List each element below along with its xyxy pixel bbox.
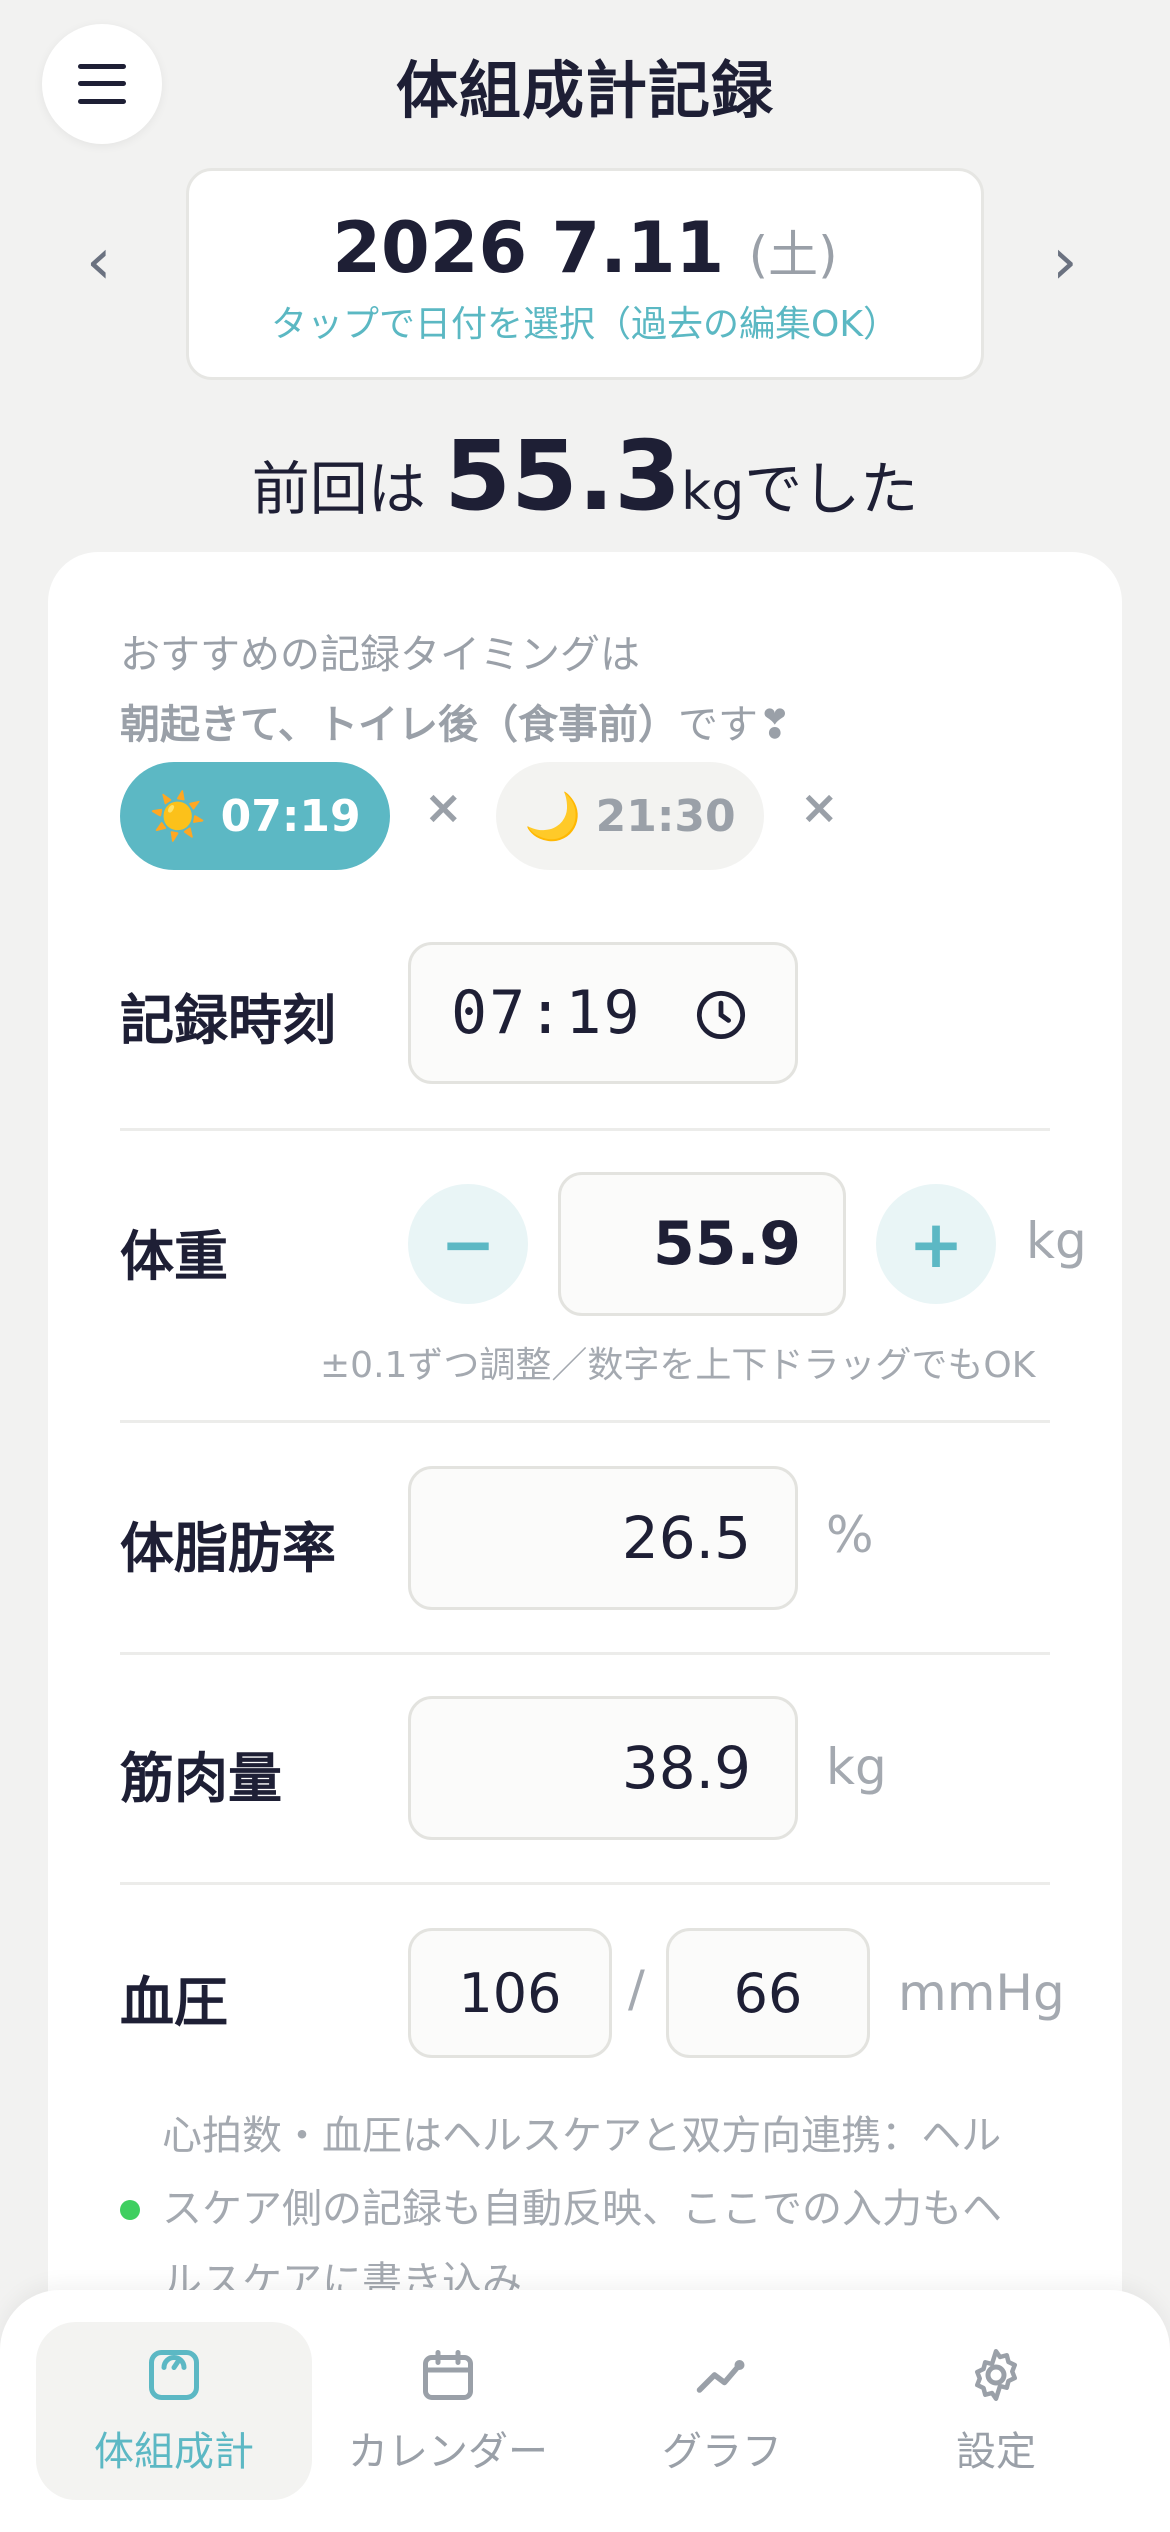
systolic-input[interactable]: 106 (408, 1928, 612, 2058)
tab-calendar[interactable]: カレンダー (310, 2322, 586, 2500)
blood-pressure-label: 血圧 (120, 1971, 228, 2034)
timing-line1: おすすめの記録タイミングは (120, 632, 640, 678)
chart-line-icon (696, 2360, 745, 2393)
prev-date-button[interactable]: ‹ (86, 230, 112, 294)
weight-label: 体重 (120, 1225, 228, 1288)
sun-icon: ☀️ (149, 788, 207, 843)
date-picker-button[interactable]: 2026 7.11 (土) タップで日付を選択（過去の編集OK） (186, 168, 984, 380)
calendar-icon (423, 2350, 473, 2400)
divider (120, 1128, 1050, 1131)
weight-increment-button[interactable]: + (876, 1184, 996, 1304)
morning-time-chip[interactable]: ☀️ 07:19 (120, 762, 390, 870)
moon-icon: 🌙 (524, 788, 582, 843)
record-time-label: 記録時刻 (120, 989, 336, 1052)
divider (120, 1652, 1050, 1655)
weight-input[interactable]: 55.9 (558, 1172, 846, 1316)
diastolic-input[interactable]: 66 (666, 1928, 870, 2058)
divider (120, 1882, 1050, 1885)
weight-hint: ±0.1ずつ調整／数字を上下ドラッグでもOK (320, 1345, 1036, 1386)
next-date-button[interactable]: › (1052, 230, 1078, 294)
clock-icon (696, 990, 746, 1040)
date-display: 2026 7.11 (土) (189, 207, 981, 289)
healthcare-sync-text: 心拍数・血圧はヘルスケアと双方向連携：ヘルスケア側の記録も自動反映、ここでの入力… (162, 2113, 1002, 2305)
remove-morning-time-button[interactable]: × (424, 780, 463, 834)
blood-pressure-separator: / (628, 1960, 645, 2018)
tab-graph[interactable]: グラフ (584, 2322, 860, 2500)
tab-label: カレンダー (348, 2429, 548, 2475)
record-time-value: 07:19 (451, 978, 642, 1048)
night-time: 21:30 (595, 790, 736, 842)
body-fat-value: 26.5 (621, 1504, 751, 1572)
weight-unit: kg (1026, 1212, 1087, 1270)
tab-settings[interactable]: 設定 (858, 2322, 1134, 2500)
previous-weight-value: 55.3 (444, 420, 682, 532)
body-fat-label: 体脂肪率 (120, 1517, 336, 1580)
muscle-unit: kg (826, 1738, 887, 1796)
divider (120, 1420, 1050, 1423)
previous-prefix: 前回は (251, 455, 426, 523)
body-fat-unit: % (826, 1506, 874, 1564)
previous-weight: 前回は 55.3kgでした (0, 420, 1170, 532)
remove-night-time-button[interactable]: × (800, 780, 839, 834)
status-dot (120, 2200, 140, 2220)
date-hint: タップで日付を選択（過去の編集OK） (271, 304, 899, 345)
previous-suffix: でした (744, 455, 919, 523)
night-time-chip[interactable]: 🌙 21:30 (496, 762, 764, 870)
date-value: 2026 7.11 (332, 207, 725, 289)
muscle-input[interactable]: 38.9 (408, 1696, 798, 1840)
muscle-label: 筋肉量 (120, 1747, 282, 1810)
diastolic-value: 66 (733, 1961, 803, 2025)
timing-recommendation: おすすめの記録タイミングは 朝起きて、トイレ後（食事前）です❣ (120, 620, 792, 760)
gear-icon (975, 2349, 1017, 2401)
tab-label: 設定 (956, 2429, 1036, 2475)
weight-decrement-button[interactable]: − (408, 1184, 528, 1304)
blood-pressure-unit: mmHg (898, 1964, 1065, 2022)
body-fat-input[interactable]: 26.5 (408, 1466, 798, 1610)
timing-line2-bold: 朝起きて、トイレ後（食事前） (120, 702, 678, 748)
morning-time: 07:19 (220, 790, 361, 842)
timing-line2-rest: です❣ (678, 702, 792, 748)
tab-label: 体組成計 (94, 2429, 254, 2475)
weight-value: 55.9 (652, 1209, 801, 1279)
muscle-value: 38.9 (621, 1734, 751, 1802)
date-weekday: (土) (748, 226, 838, 284)
tab-label: グラフ (662, 2429, 782, 2475)
systolic-value: 106 (458, 1961, 562, 2025)
page-title: 体組成計記録 (395, 54, 774, 127)
healthcare-sync-note: 心拍数・血圧はヘルスケアと双方向連携：ヘルスケア側の記録も自動反映、ここでの入力… (120, 2100, 1040, 2319)
scale-icon (149, 2350, 199, 2400)
timing-line2: 朝起きて、トイレ後（食事前）です❣ (120, 690, 792, 760)
tab-body-composition[interactable]: 体組成計 (36, 2322, 312, 2500)
record-time-input[interactable]: 07:19 (408, 942, 798, 1084)
previous-weight-unit: kg (681, 462, 745, 522)
